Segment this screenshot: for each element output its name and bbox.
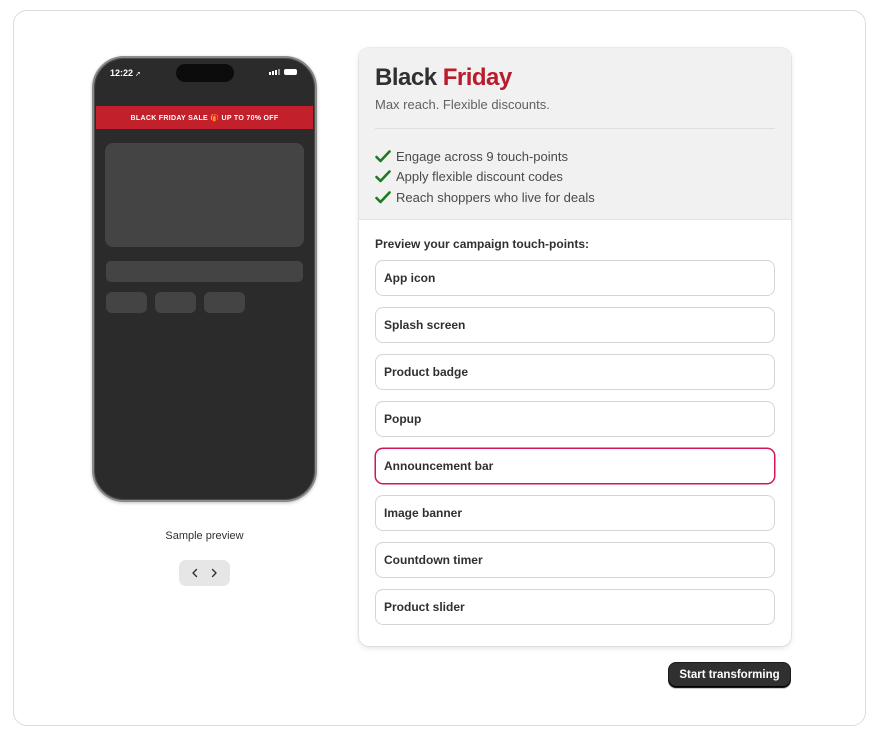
- placeholder-chip: [106, 292, 147, 313]
- status-bar-time: 12:22 ➚: [110, 68, 141, 78]
- dynamic-island: [176, 64, 234, 82]
- preview-pager: [179, 560, 230, 586]
- location-arrow-icon: ➚: [135, 71, 141, 78]
- previous-button[interactable]: [186, 564, 204, 582]
- next-button[interactable]: [205, 564, 223, 582]
- placeholder-chip: [155, 292, 196, 313]
- touchpoints-label: Preview your campaign touch-points:: [375, 237, 590, 251]
- chevron-left-icon: [192, 568, 197, 578]
- placeholder-chip: [204, 292, 245, 313]
- sample-preview-caption: Sample preview: [165, 530, 244, 542]
- phone-announcement-bar: BLACK FRIDAY SALE 🎁 UP TO 70% OFF: [96, 106, 313, 129]
- campaign-panel: Black Friday Max reach. Flexible discoun…: [359, 48, 791, 646]
- start-transforming-button[interactable]: Start transforming: [668, 662, 791, 688]
- status-icons: [269, 69, 297, 75]
- divider: [375, 128, 775, 129]
- phone-preview: 12:22 ➚ BLACK FRIDAY SALE 🎁 UP TO 70% OFF: [92, 56, 317, 502]
- campaign-title: Black Friday: [375, 64, 512, 91]
- benefit-item: Reach shoppers who live for deals: [375, 187, 775, 208]
- benefit-item: Apply flexible discount codes: [375, 167, 775, 188]
- placeholder-hero-image: [105, 143, 304, 247]
- checkmark-icon: [375, 190, 391, 204]
- touchpoints-section: Preview your campaign touch-points: App …: [359, 220, 791, 625]
- placeholder-text-line: [106, 261, 303, 282]
- checkmark-icon: [375, 170, 391, 183]
- touchpoint-product-slider[interactable]: Product slider: [375, 589, 775, 625]
- checkmark-icon: [375, 149, 391, 163]
- touchpoint-app-icon[interactable]: App icon: [375, 260, 775, 296]
- campaign-subtitle: Max reach. Flexible discounts.: [375, 97, 550, 112]
- campaign-header: Black Friday Max reach. Flexible discoun…: [359, 48, 791, 220]
- touchpoint-splash-screen[interactable]: Splash screen: [375, 307, 775, 343]
- signal-icon: [269, 69, 280, 75]
- touchpoint-announcement-bar[interactable]: Announcement bar: [375, 448, 775, 484]
- touchpoint-countdown-timer[interactable]: Countdown timer: [375, 542, 775, 578]
- benefit-item: Engage across 9 touch-points: [375, 146, 775, 167]
- touchpoint-popup[interactable]: Popup: [375, 401, 775, 437]
- chevron-right-icon: [212, 568, 217, 578]
- touchpoint-product-badge[interactable]: Product badge: [375, 354, 775, 390]
- battery-icon: [284, 69, 297, 75]
- benefits-list: Engage across 9 touch-points Apply flexi…: [375, 146, 775, 208]
- touchpoint-image-banner[interactable]: Image banner: [375, 495, 775, 531]
